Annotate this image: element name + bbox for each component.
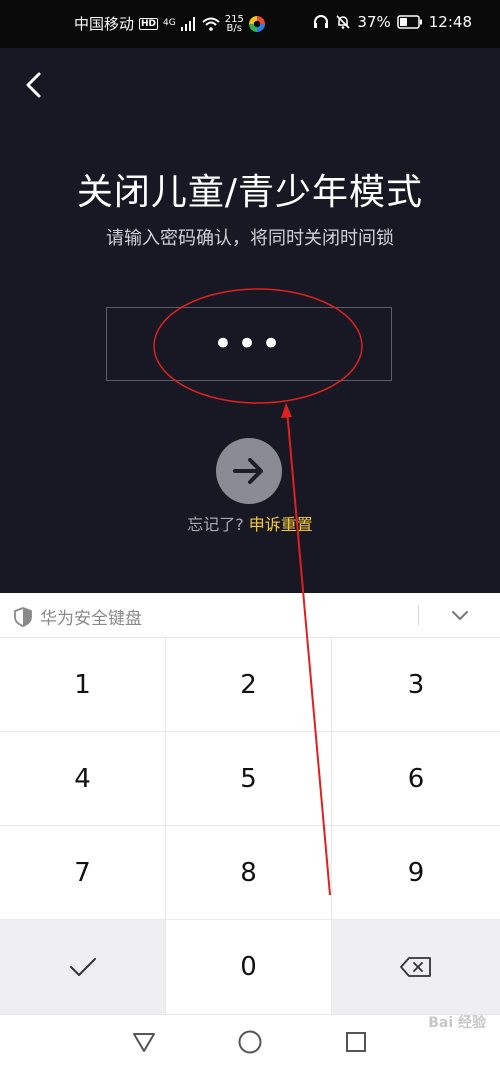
page-title: 关闭儿童/青少年模式 xyxy=(76,172,424,213)
forgot-row: 忘记了? 申诉重置 xyxy=(0,511,500,535)
mute-bell-icon xyxy=(336,15,350,29)
numeric-keypad: 1 2 3 4 5 6 7 8 9 0 xyxy=(0,638,500,1015)
status-bar: 中国移动 HD 4G 215 B/s 37% 12:48 xyxy=(0,0,500,48)
battery-percent: 37% xyxy=(357,13,391,31)
headset-icon xyxy=(314,15,329,28)
wifi-icon xyxy=(202,17,220,31)
status-left: 中国移动 HD 4G 215 B/s xyxy=(74,13,265,34)
checkmark-icon xyxy=(69,958,96,976)
network-label: 4G xyxy=(163,18,176,28)
backspace-key[interactable] xyxy=(332,920,500,1015)
keyboard-brand-label: 华为安全键盘 xyxy=(40,609,142,629)
password-mask: ••• xyxy=(212,324,286,364)
nav-back-icon[interactable] xyxy=(131,1029,157,1055)
app-notification-icon xyxy=(248,15,265,32)
status-right: 37% 12:48 xyxy=(313,13,472,31)
system-nav-bar xyxy=(0,1015,500,1070)
watermark: Bai 经验 xyxy=(428,1015,486,1031)
key-0[interactable]: 0 xyxy=(166,920,332,1015)
chevron-down-icon[interactable] xyxy=(446,603,474,627)
key-1[interactable]: 1 xyxy=(0,638,166,732)
forgot-label: 忘记了? xyxy=(187,515,244,534)
battery-icon xyxy=(397,15,422,29)
nav-home-icon[interactable] xyxy=(237,1029,263,1055)
back-arrow-icon[interactable] xyxy=(20,68,50,102)
signal-icon xyxy=(180,16,195,31)
key-8[interactable]: 8 xyxy=(166,826,332,920)
key-4[interactable]: 4 xyxy=(0,732,166,826)
next-button[interactable] xyxy=(216,438,282,504)
hd-badge: HD xyxy=(139,17,159,30)
carrier-label: 中国移动 xyxy=(74,15,135,33)
key-3[interactable]: 3 xyxy=(332,638,500,732)
keyboard-brand: 华为安全键盘 xyxy=(14,604,142,629)
key-7[interactable]: 7 xyxy=(0,826,166,920)
keyboard-header: 华为安全键盘 xyxy=(0,593,500,638)
backspace-icon xyxy=(400,957,431,977)
confirm-key[interactable] xyxy=(0,920,166,1015)
nav-recents-icon[interactable] xyxy=(343,1029,369,1055)
password-input[interactable]: ••• xyxy=(106,307,392,381)
net-speed-unit: B/s xyxy=(226,22,242,34)
header-divider xyxy=(418,605,419,625)
page-subtitle: 请输入密码确认，将同时关闭时间锁 xyxy=(106,228,394,249)
key-9[interactable]: 9 xyxy=(332,826,500,920)
key-2[interactable]: 2 xyxy=(166,638,332,732)
key-5[interactable]: 5 xyxy=(166,732,332,826)
net-speed: 215 B/s xyxy=(225,14,244,34)
shield-icon xyxy=(14,606,32,627)
appeal-reset-link[interactable]: 申诉重置 xyxy=(249,515,313,534)
arrow-right-icon xyxy=(233,458,263,484)
key-6[interactable]: 6 xyxy=(332,732,500,826)
main-panel: 关闭儿童/青少年模式 请输入密码确认，将同时关闭时间锁 ••• 忘记了? 申诉重… xyxy=(0,48,500,593)
clock: 12:48 xyxy=(428,13,472,31)
